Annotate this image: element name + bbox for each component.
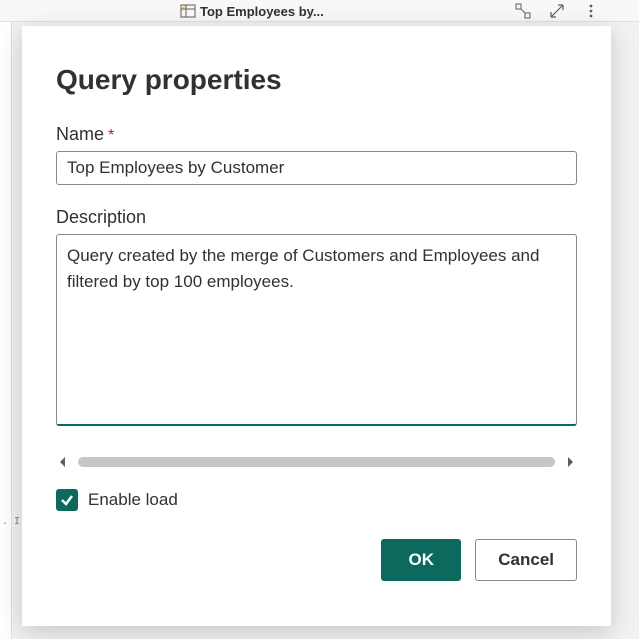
scroll-right-icon[interactable] bbox=[563, 455, 577, 469]
description-textarea[interactable] bbox=[56, 234, 577, 426]
background-left-column bbox=[0, 22, 12, 639]
relationship-icon bbox=[515, 3, 531, 19]
horizontal-scrollbar[interactable] bbox=[56, 455, 577, 469]
ok-button[interactable]: OK bbox=[381, 539, 461, 581]
scroll-left-icon[interactable] bbox=[56, 455, 70, 469]
background-tab-title: Top Employees by... bbox=[200, 4, 324, 19]
background-side-text: . I bbox=[2, 516, 20, 527]
more-icon bbox=[583, 3, 599, 19]
background-query-tab: Top Employees by... bbox=[180, 0, 324, 22]
required-marker: * bbox=[108, 127, 114, 145]
dialog-title: Query properties bbox=[56, 64, 577, 96]
scroll-track[interactable] bbox=[78, 457, 555, 467]
description-label: Description bbox=[56, 207, 146, 228]
enable-load-label: Enable load bbox=[88, 490, 178, 510]
name-input[interactable] bbox=[56, 151, 577, 185]
dialog-button-row: OK Cancel bbox=[56, 539, 577, 581]
query-table-icon bbox=[180, 3, 196, 19]
cancel-button[interactable]: Cancel bbox=[475, 539, 577, 581]
enable-load-checkbox[interactable] bbox=[56, 489, 78, 511]
background-right-icons bbox=[515, 0, 599, 22]
name-label: Name bbox=[56, 124, 104, 145]
name-field-block: Name * bbox=[56, 124, 577, 185]
enable-load-row[interactable]: Enable load bbox=[56, 489, 577, 511]
expand-icon bbox=[549, 3, 565, 19]
description-field-block: Description bbox=[56, 207, 577, 431]
query-properties-dialog: Query properties Name * Description Enab… bbox=[22, 26, 611, 626]
